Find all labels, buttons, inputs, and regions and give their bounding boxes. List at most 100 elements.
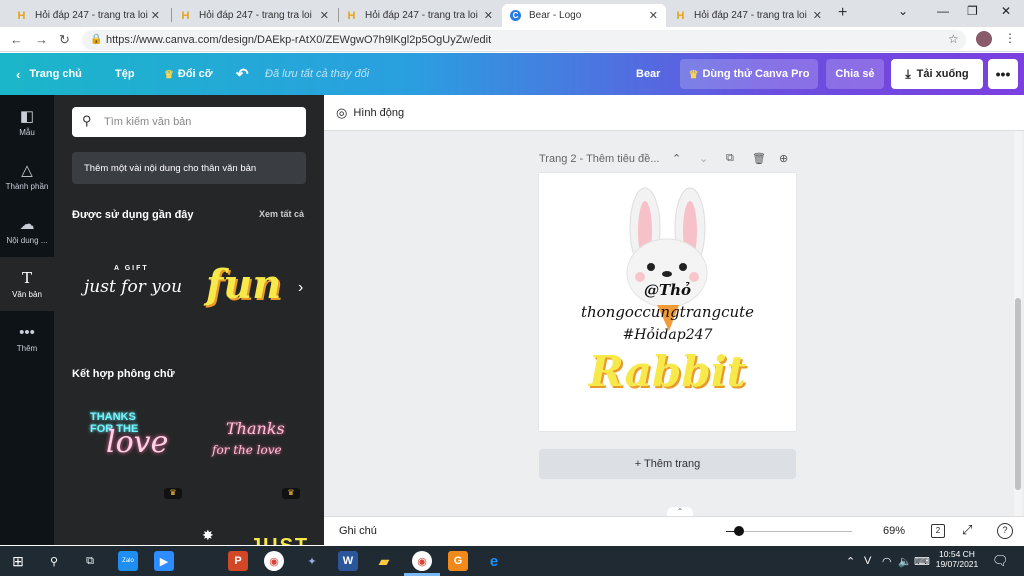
animate-icon: ◎ bbox=[336, 105, 348, 120]
design-subtitle-text[interactable]: thongoccungtrangcute bbox=[539, 303, 796, 321]
text-search-input[interactable]: ⚲ Tìm kiếm văn bản bbox=[72, 107, 306, 137]
task-view-icon[interactable]: ⧉ bbox=[80, 551, 100, 571]
tray-chevron-icon[interactable]: ⌃ bbox=[846, 546, 855, 576]
save-status: Đã lưu tất cả thay đổi bbox=[265, 68, 370, 80]
windows-start-icon[interactable]: ⊞ bbox=[8, 551, 28, 571]
animate-button[interactable]: ◎ Hình động bbox=[336, 105, 404, 121]
download-button[interactable]: ⤓ Tải xuống bbox=[891, 59, 983, 89]
rail-item-uploads[interactable]: ☁ Nội dung ... bbox=[0, 203, 54, 257]
more-options-icon[interactable]: ••• bbox=[988, 59, 1018, 89]
recent-text-fun[interactable]: fun bbox=[194, 241, 309, 336]
design-page[interactable]: @Thỏ thongoccungtrangcute #Hỏidap247 Rab… bbox=[539, 173, 796, 431]
search-icon: ⚲ bbox=[82, 113, 92, 128]
chevron-right-icon[interactable]: › bbox=[298, 279, 303, 297]
clock[interactable]: 10:54 CH 19/07/2021 bbox=[935, 549, 979, 569]
tab-search-icon[interactable]: ⌄ bbox=[898, 4, 908, 18]
browser-tab[interactable]: H Hỏi đáp 247 - trang tra loi ✕ bbox=[667, 4, 830, 27]
gift-small-text: A GIFT bbox=[114, 265, 149, 272]
notification-icon[interactable]: 🗨 bbox=[992, 546, 1009, 576]
design-name[interactable]: Bear bbox=[636, 53, 660, 95]
scrollbar-thumb[interactable] bbox=[1015, 298, 1021, 490]
close-tab-icon[interactable]: ✕ bbox=[813, 9, 822, 22]
url-field[interactable]: 🔒 https://www.canva.com/design/DAEkp-rAt… bbox=[82, 30, 966, 50]
fullscreen-icon[interactable]: ⤢ bbox=[962, 522, 972, 538]
add-page-button[interactable]: + Thêm trang bbox=[539, 449, 796, 479]
resize-button[interactable]: ♛ Đổi cỡ bbox=[164, 53, 213, 95]
page-title[interactable]: Trang 2 - Thêm tiêu đề... bbox=[539, 153, 659, 165]
rail-item-text[interactable]: T Văn bản bbox=[0, 257, 54, 311]
animate-label: Hình động bbox=[353, 107, 405, 119]
browser-tab[interactable]: H Hỏi đáp 247 - trang tra loi ✕ bbox=[338, 4, 501, 27]
new-tab-icon[interactable]: + bbox=[838, 4, 847, 22]
duplicate-page-icon[interactable]: ⧉ bbox=[726, 152, 734, 165]
profile-avatar[interactable] bbox=[976, 31, 992, 47]
rail-item-templates[interactable]: ◧ Mẫu bbox=[0, 95, 54, 149]
close-window-icon[interactable]: ✕ bbox=[1001, 4, 1011, 18]
chevron-up-icon[interactable]: ⌃ bbox=[672, 152, 681, 165]
input-language-indicator[interactable]: V bbox=[864, 546, 871, 576]
close-tab-icon[interactable]: ✕ bbox=[649, 9, 658, 22]
chrome-active-icon[interactable]: ◉ bbox=[412, 551, 432, 571]
delete-page-icon[interactable]: 🗑 bbox=[752, 152, 766, 165]
rail-item-elements[interactable]: △ Thành phần bbox=[0, 149, 54, 203]
word-icon[interactable]: W bbox=[338, 551, 358, 571]
zalo-icon[interactable]: Zalo bbox=[118, 551, 138, 571]
search-icon[interactable]: ⚲ bbox=[44, 551, 64, 571]
ime-icon[interactable]: ⌨ bbox=[914, 546, 930, 576]
home-button[interactable]: ‹ Trang chủ bbox=[16, 53, 82, 95]
close-tab-icon[interactable]: ✕ bbox=[484, 9, 493, 22]
zoom-slider[interactable] bbox=[732, 531, 852, 532]
rail-label: Thêm bbox=[16, 343, 38, 353]
canva-favicon-icon: C bbox=[510, 10, 521, 21]
design-title-text[interactable]: Rabbit bbox=[539, 347, 796, 396]
chevron-down-icon[interactable]: ⌄ bbox=[699, 152, 708, 165]
foxit-icon[interactable]: G bbox=[448, 551, 468, 571]
browser-tab-strip: H Hỏi đáp 247 - trang tra loi ✕ H Hỏi đá… bbox=[0, 0, 1024, 27]
restore-icon[interactable]: ❐ bbox=[967, 4, 978, 18]
add-body-text-button[interactable]: Thêm một vài nội dung cho thân văn bản bbox=[72, 152, 306, 184]
undo-icon[interactable]: ↶ bbox=[236, 53, 249, 95]
pro-crown-icon: ♛ bbox=[164, 488, 182, 499]
browser-menu-icon[interactable]: ⋮ bbox=[1004, 31, 1016, 45]
forward-icon[interactable]: → bbox=[35, 32, 48, 47]
minimize-icon[interactable]: — bbox=[937, 4, 949, 18]
edge-icon[interactable]: e bbox=[484, 551, 504, 571]
more-icon: ••• bbox=[19, 323, 35, 341]
zoom-app-icon[interactable]: ▶ bbox=[154, 551, 174, 571]
design-handle-text[interactable]: @Thỏ bbox=[539, 281, 796, 299]
app-icon[interactable]: ✦ bbox=[302, 551, 322, 571]
rail-item-more[interactable]: ••• Thêm bbox=[0, 311, 54, 365]
volume-icon[interactable]: 🔈 bbox=[898, 546, 912, 576]
editor-topbar: ‹ Trang chủ Tệp ♛ Đổi cỡ ↶ Đã lưu tất cả… bbox=[0, 53, 1024, 95]
browser-tab[interactable]: H Hỏi đáp 247 - trang tra loi ✕ bbox=[8, 4, 168, 27]
close-tab-icon[interactable]: ✕ bbox=[151, 9, 160, 22]
zoom-level[interactable]: 69% bbox=[883, 525, 905, 537]
try-pro-button[interactable]: ♛ Dùng thử Canva Pro bbox=[680, 59, 818, 89]
just-text-preview[interactable]: JUST bbox=[250, 535, 309, 545]
chrome-icon[interactable]: ◉ bbox=[264, 551, 284, 571]
zoom-slider-knob[interactable] bbox=[733, 526, 744, 536]
help-icon[interactable]: ? bbox=[997, 523, 1013, 539]
powerpoint-icon[interactable]: P bbox=[228, 551, 248, 571]
back-icon[interactable]: ← bbox=[10, 32, 23, 47]
design-hashtag-text[interactable]: #Hỏidap247 bbox=[539, 327, 796, 343]
download-icon: ⤓ bbox=[905, 66, 911, 81]
combo-thanks-love[interactable]: THANKS FOR THE love ♛ bbox=[72, 395, 187, 500]
combo-love-text: love bbox=[106, 425, 169, 460]
url-text: https://www.canva.com/design/DAEkp-rAtX0… bbox=[106, 34, 492, 46]
recent-text-gift[interactable]: A GIFT just for you bbox=[72, 241, 187, 336]
file-explorer-icon[interactable]: ▰ bbox=[374, 551, 394, 571]
close-tab-icon[interactable]: ✕ bbox=[320, 9, 329, 22]
add-page-icon[interactable]: ⊕ bbox=[779, 152, 788, 165]
browser-tab[interactable]: H Hỏi đáp 247 - trang tra loi ✕ bbox=[172, 4, 337, 27]
combo-thanks-script[interactable]: Thanks for the love ♛ bbox=[194, 395, 309, 500]
share-button[interactable]: Chia sẻ bbox=[826, 59, 884, 89]
browser-tab-active[interactable]: C Bear - Logo ✕ bbox=[502, 4, 666, 27]
file-menu-button[interactable]: Tệp bbox=[115, 53, 135, 95]
bookmark-star-icon[interactable]: ☆ bbox=[948, 32, 959, 46]
notes-button[interactable]: Ghi chú bbox=[339, 525, 377, 537]
reload-icon[interactable]: ↻ bbox=[59, 32, 70, 48]
network-icon[interactable]: ◠ bbox=[882, 546, 892, 576]
see-all-link[interactable]: Xem tất cả bbox=[259, 209, 304, 219]
page-count-badge[interactable]: 2 bbox=[931, 524, 945, 538]
